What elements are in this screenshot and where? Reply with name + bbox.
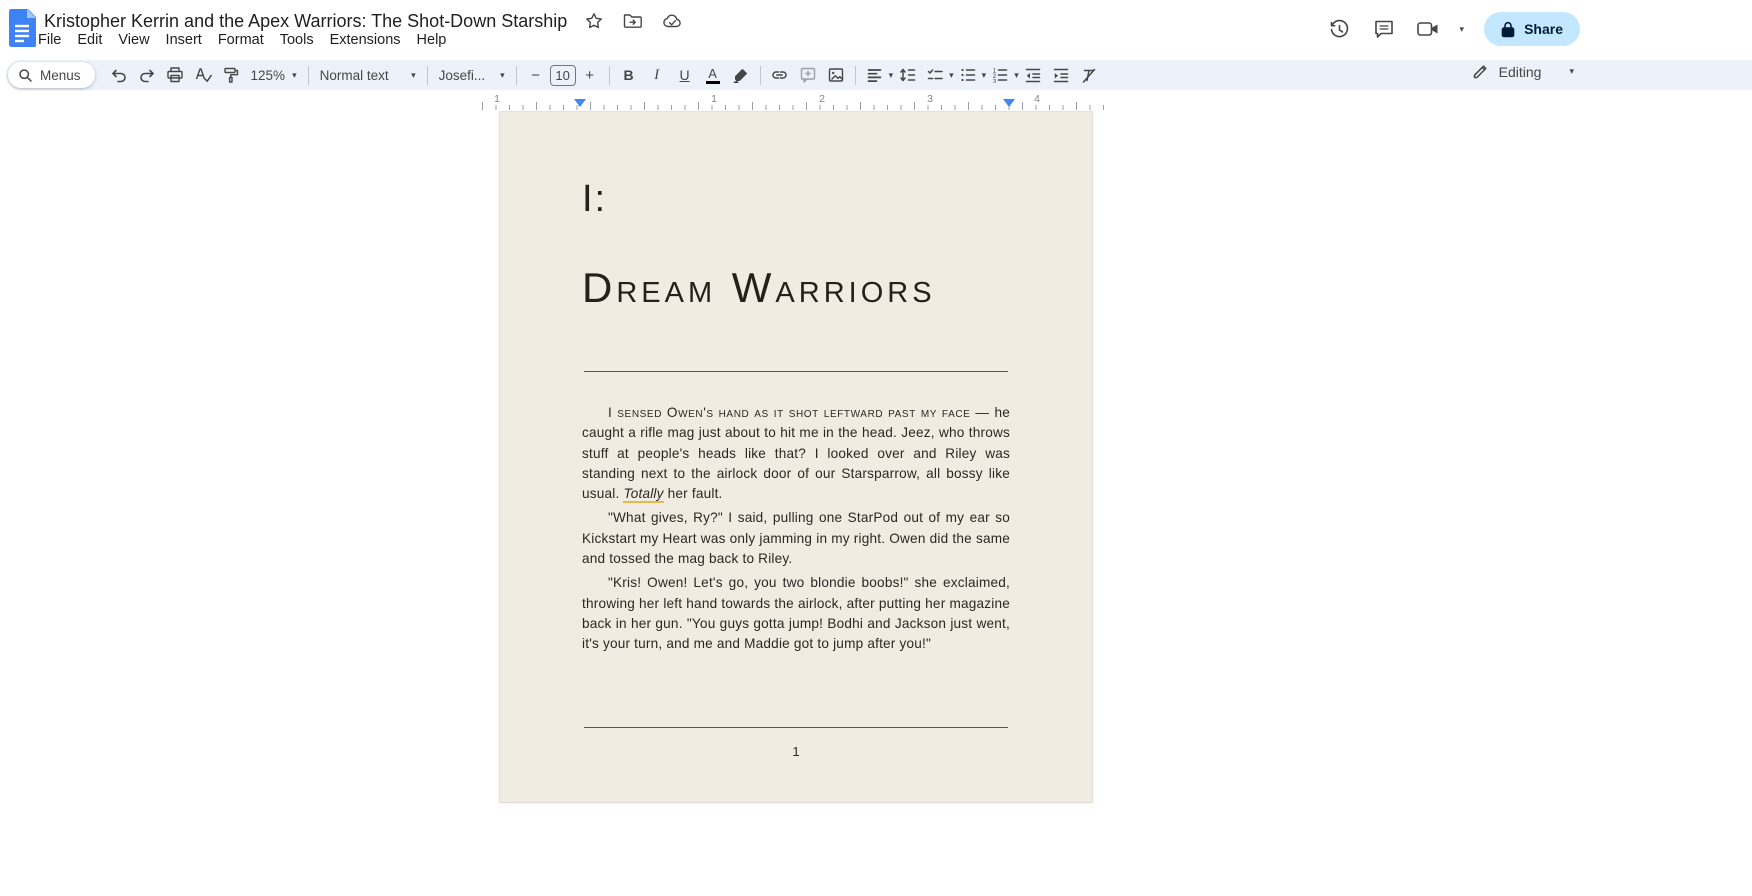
decrease-font-size-button[interactable]: − xyxy=(522,62,550,88)
svg-text:3: 3 xyxy=(993,78,997,83)
editing-mode-control[interactable]: Editing ▾ xyxy=(1472,63,1574,80)
document-title[interactable]: Kristopher Kerrin and the Apex Warriors:… xyxy=(44,11,567,32)
move-folder-icon[interactable] xyxy=(621,9,645,33)
toolbar-divider xyxy=(427,66,428,85)
body-paragraph[interactable]: "Kris! Owen! Let's go, you two blondie b… xyxy=(582,573,1010,654)
line-spacing-button[interactable] xyxy=(893,62,921,88)
increase-indent-button[interactable] xyxy=(1047,62,1075,88)
share-button[interactable]: Share xyxy=(1484,12,1580,46)
pencil-icon xyxy=(1472,63,1489,80)
left-indent-marker[interactable] xyxy=(574,99,586,107)
ruler-label: 1 xyxy=(711,93,717,105)
bulleted-list-button[interactable] xyxy=(954,62,982,88)
undo-button[interactable] xyxy=(105,62,133,88)
menu-bar: FileEditViewInsertFormatToolsExtensionsH… xyxy=(30,30,454,50)
italic-button[interactable]: I xyxy=(643,62,671,88)
header-actions: ▾ Share xyxy=(1328,12,1580,46)
text-segment-normal: her fault. xyxy=(664,486,723,501)
menu-edit[interactable]: Edit xyxy=(69,30,110,50)
toolbar-divider xyxy=(308,66,309,85)
spellcheck-button[interactable] xyxy=(189,62,217,88)
zoom-dropdown-icon: ▾ xyxy=(292,71,297,80)
menu-extensions[interactable]: Extensions xyxy=(322,30,409,50)
menu-tools[interactable]: Tools xyxy=(272,30,322,50)
menu-insert[interactable]: Insert xyxy=(158,30,210,50)
increase-font-size-button[interactable]: + xyxy=(576,62,604,88)
page-number: 1 xyxy=(500,744,1092,759)
align-button[interactable] xyxy=(861,62,889,88)
body-paragraph[interactable]: "What gives, Ry?" I said, pulling one St… xyxy=(582,508,1010,569)
menu-format[interactable]: Format xyxy=(210,30,272,50)
ruler-label: 1 xyxy=(494,93,500,105)
ruler-label: 4 xyxy=(1034,93,1040,105)
bold-button[interactable]: B xyxy=(615,62,643,88)
chapter-number[interactable]: I: xyxy=(582,178,607,221)
paragraph-style-value: Normal text xyxy=(320,68,389,83)
cloud-saved-icon[interactable] xyxy=(660,9,684,33)
style-dropdown-icon: ▾ xyxy=(411,71,416,80)
video-call-dropdown-icon[interactable]: ▾ xyxy=(1460,25,1465,34)
text-segment-normal: "Kris! Owen! Let's go, you two blondie b… xyxy=(582,575,1010,651)
paragraph-style-control[interactable]: Normal text ▾ xyxy=(314,68,422,83)
text-color-button[interactable]: A xyxy=(699,62,727,88)
menu-view[interactable]: View xyxy=(110,30,157,50)
font-size-input[interactable]: 10 xyxy=(550,65,576,86)
zoom-control[interactable]: 125% ▾ xyxy=(245,68,303,83)
chapter-divider-line xyxy=(584,371,1008,372)
checklist-dropdown-icon[interactable]: ▾ xyxy=(949,71,954,80)
comments-icon[interactable] xyxy=(1372,17,1396,41)
clear-formatting-button[interactable] xyxy=(1075,62,1103,88)
add-comment-button[interactable] xyxy=(794,62,822,88)
text-segment-normal: "What gives, Ry?" I said, pulling one St… xyxy=(582,510,1010,566)
numbered-list-button[interactable]: 1 2 3 xyxy=(986,62,1014,88)
highlight-color-button[interactable] xyxy=(727,62,755,88)
toolbar-divider xyxy=(609,66,610,85)
font-dropdown-icon: ▾ xyxy=(500,71,505,80)
menu-help[interactable]: Help xyxy=(409,30,455,50)
zoom-value: 125% xyxy=(251,68,286,83)
toolbar-divider xyxy=(760,66,761,85)
search-icon xyxy=(18,68,33,83)
paint-format-button[interactable] xyxy=(217,62,245,88)
insert-link-button[interactable] xyxy=(766,62,794,88)
body-paragraph[interactable]: I sensed Owen's hand as it shot leftward… xyxy=(582,403,1010,504)
lock-icon xyxy=(1501,21,1515,38)
version-history-icon[interactable] xyxy=(1328,17,1352,41)
horizontal-ruler: 1 1 2 3 4 xyxy=(0,94,1752,112)
checklist-button[interactable] xyxy=(921,62,949,88)
underline-button[interactable]: U xyxy=(671,62,699,88)
chapter-title[interactable]: Dream Warriors xyxy=(582,264,936,312)
toolbar-divider xyxy=(516,66,517,85)
menu-file[interactable]: File xyxy=(30,30,69,50)
menus-label: Menus xyxy=(40,68,81,83)
text-segment-italic-underline: Totally xyxy=(623,486,663,503)
body-text[interactable]: I sensed Owen's hand as it shot leftward… xyxy=(582,403,1010,659)
google-docs-window: Kristopher Kerrin and the Apex Warriors:… xyxy=(0,0,1752,896)
font-family-value: Josefi... xyxy=(439,68,486,83)
insert-image-button[interactable] xyxy=(822,62,850,88)
print-button[interactable] xyxy=(161,62,189,88)
ruler-label: 2 xyxy=(819,93,825,105)
toolbar-divider xyxy=(855,66,856,85)
document-page[interactable]: I: Dream Warriors I sensed Owen's hand a… xyxy=(500,112,1092,802)
menus-search-button[interactable]: Menus xyxy=(8,62,95,88)
ruler-label: 3 xyxy=(927,93,933,105)
share-label: Share xyxy=(1524,21,1563,37)
editing-mode-label: Editing xyxy=(1499,64,1542,80)
document-canvas: I: Dream Warriors I sensed Owen's hand a… xyxy=(0,112,1752,896)
editing-mode-dropdown-icon: ▾ xyxy=(1569,67,1574,76)
right-indent-marker[interactable] xyxy=(1003,99,1015,107)
font-family-control[interactable]: Josefi... ▾ xyxy=(433,68,511,83)
redo-button[interactable] xyxy=(133,62,161,88)
text-segment-smallcaps: I sensed Owen's hand as it shot leftward… xyxy=(608,405,994,420)
video-call-icon[interactable] xyxy=(1416,17,1440,41)
star-icon[interactable] xyxy=(582,9,606,33)
decrease-indent-button[interactable] xyxy=(1019,62,1047,88)
footer-divider-line xyxy=(584,727,1008,728)
